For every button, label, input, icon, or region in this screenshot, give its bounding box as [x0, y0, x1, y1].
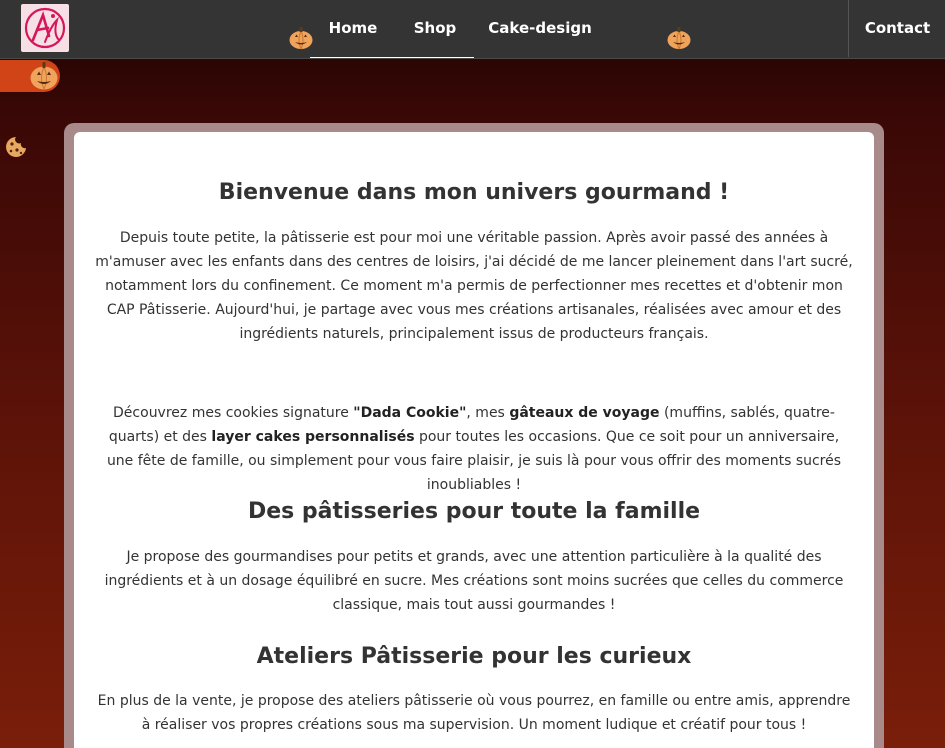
- layer-cakes-highlight: layer cakes personnalisés: [211, 429, 415, 445]
- welcome-title: Bienvenue dans mon univers gourmand !: [218, 180, 730, 205]
- nav-shop[interactable]: Shop: [396, 0, 474, 58]
- ateliers-title: Ateliers Pâtisserie pour les curieux: [256, 644, 692, 669]
- cookies-text-part: , mes: [466, 405, 510, 421]
- aa-monogram-logo-icon: [24, 7, 66, 49]
- intro-text: Depuis toute petite, la pâtisserie est p…: [95, 230, 853, 342]
- nav-contact[interactable]: Contact: [848, 0, 945, 57]
- gateaux-voyage-highlight: gâteaux de voyage: [509, 405, 660, 421]
- pumpkin-icon: [667, 27, 691, 50]
- content-card: Bienvenue dans mon univers gourmand ! De…: [74, 132, 874, 748]
- ateliers-text: En plus de la vente, je propose des atel…: [97, 693, 851, 733]
- cookie-icon: [6, 137, 27, 157]
- nav-home[interactable]: Home: [310, 0, 396, 58]
- family-title: Des pâtisseries pour toute la famille: [247, 499, 701, 524]
- navbar: Home Shop Cake-design Contact: [0, 0, 945, 59]
- pumpkin-icon: [30, 62, 58, 90]
- logo[interactable]: [21, 4, 69, 52]
- nav-cake-design[interactable]: Cake-design: [480, 0, 600, 57]
- cookies-text-part: Découvrez mes cookies signature: [113, 405, 354, 421]
- dada-cookie-highlight: "Dada Cookie": [353, 405, 467, 421]
- cookies-text: Découvrez mes cookies signature "Dada Co…: [94, 401, 854, 497]
- family-text: Je propose des gourmandises pour petits …: [104, 549, 844, 613]
- pumpkin-icon: [289, 27, 313, 50]
